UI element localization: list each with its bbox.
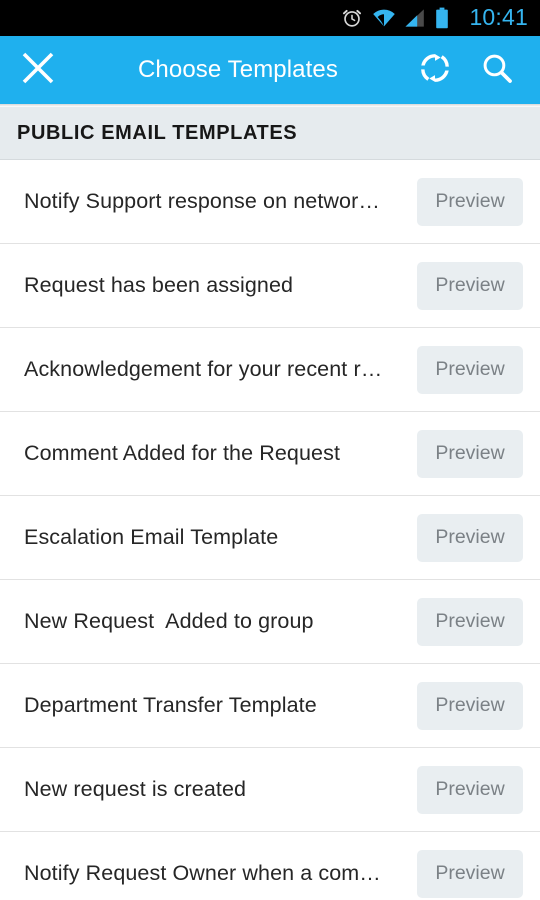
template-title: Notify Support response on networ…: [24, 189, 380, 213]
template-title: Acknowledgement for your recent r…: [24, 357, 383, 381]
table-row[interactable]: Acknowledgement for your recent r… Previe…: [0, 328, 540, 412]
alarm-clock-icon: [341, 7, 363, 29]
preview-button[interactable]: Preview: [417, 429, 523, 478]
preview-button[interactable]: Preview: [417, 345, 523, 394]
search-button[interactable]: [466, 36, 528, 104]
page-title: Choose Templates: [138, 56, 338, 83]
preview-button[interactable]: Preview: [417, 765, 523, 814]
table-row[interactable]: Request has been assigned Preview: [0, 244, 540, 328]
table-row[interactable]: Comment Added for the Request Preview: [0, 412, 540, 496]
wifi-icon: [372, 8, 396, 28]
template-title: Department Transfer Template: [24, 693, 317, 717]
refresh-icon: [418, 51, 452, 90]
table-row[interactable]: New request is created Preview: [0, 748, 540, 832]
preview-button[interactable]: Preview: [417, 597, 523, 646]
table-row[interactable]: Notify Support response on networ… Previe…: [0, 160, 540, 244]
close-icon: [21, 51, 55, 90]
status-bar-time: 10:41: [469, 4, 528, 30]
template-title: Notify Request Owner when a com…: [24, 861, 381, 885]
template-title: Escalation Email Template: [24, 525, 279, 549]
app-toolbar: Choose Templates: [0, 36, 540, 104]
preview-button[interactable]: Preview: [417, 177, 523, 226]
template-title: Request has been assigned: [24, 273, 294, 297]
table-row[interactable]: Escalation Email Template Preview: [0, 496, 540, 580]
template-title: Comment Added for the Request: [24, 441, 341, 465]
close-button[interactable]: [0, 36, 76, 104]
template-title: New Request Added to group: [24, 609, 314, 633]
cellular-signal-icon: [405, 8, 426, 28]
section-header: PUBLIC EMAIL TEMPLATES: [0, 107, 540, 160]
table-row[interactable]: New Request Added to group Preview: [0, 580, 540, 664]
search-icon: [480, 51, 514, 90]
app-screen: 10:41 Choose Templates PUBLIC EMAIL TEMP…: [0, 0, 540, 900]
preview-button[interactable]: Preview: [417, 513, 523, 562]
template-list[interactable]: Notify Support response on networ… Previe…: [0, 160, 540, 900]
table-row[interactable]: Notify Request Owner when a com… Preview: [0, 832, 540, 900]
preview-button[interactable]: Preview: [417, 261, 523, 310]
status-bar: 10:41: [0, 0, 540, 36]
preview-button[interactable]: Preview: [417, 849, 523, 898]
status-bar-icons: 10:41: [341, 6, 528, 30]
table-row[interactable]: Department Transfer Template Preview: [0, 664, 540, 748]
section-header-label: PUBLIC EMAIL TEMPLATES: [17, 121, 298, 144]
template-title: New request is created: [24, 777, 247, 801]
refresh-button[interactable]: [404, 36, 466, 104]
preview-button[interactable]: Preview: [417, 681, 523, 730]
toolbar-actions: [404, 36, 540, 104]
battery-icon: [435, 7, 449, 29]
